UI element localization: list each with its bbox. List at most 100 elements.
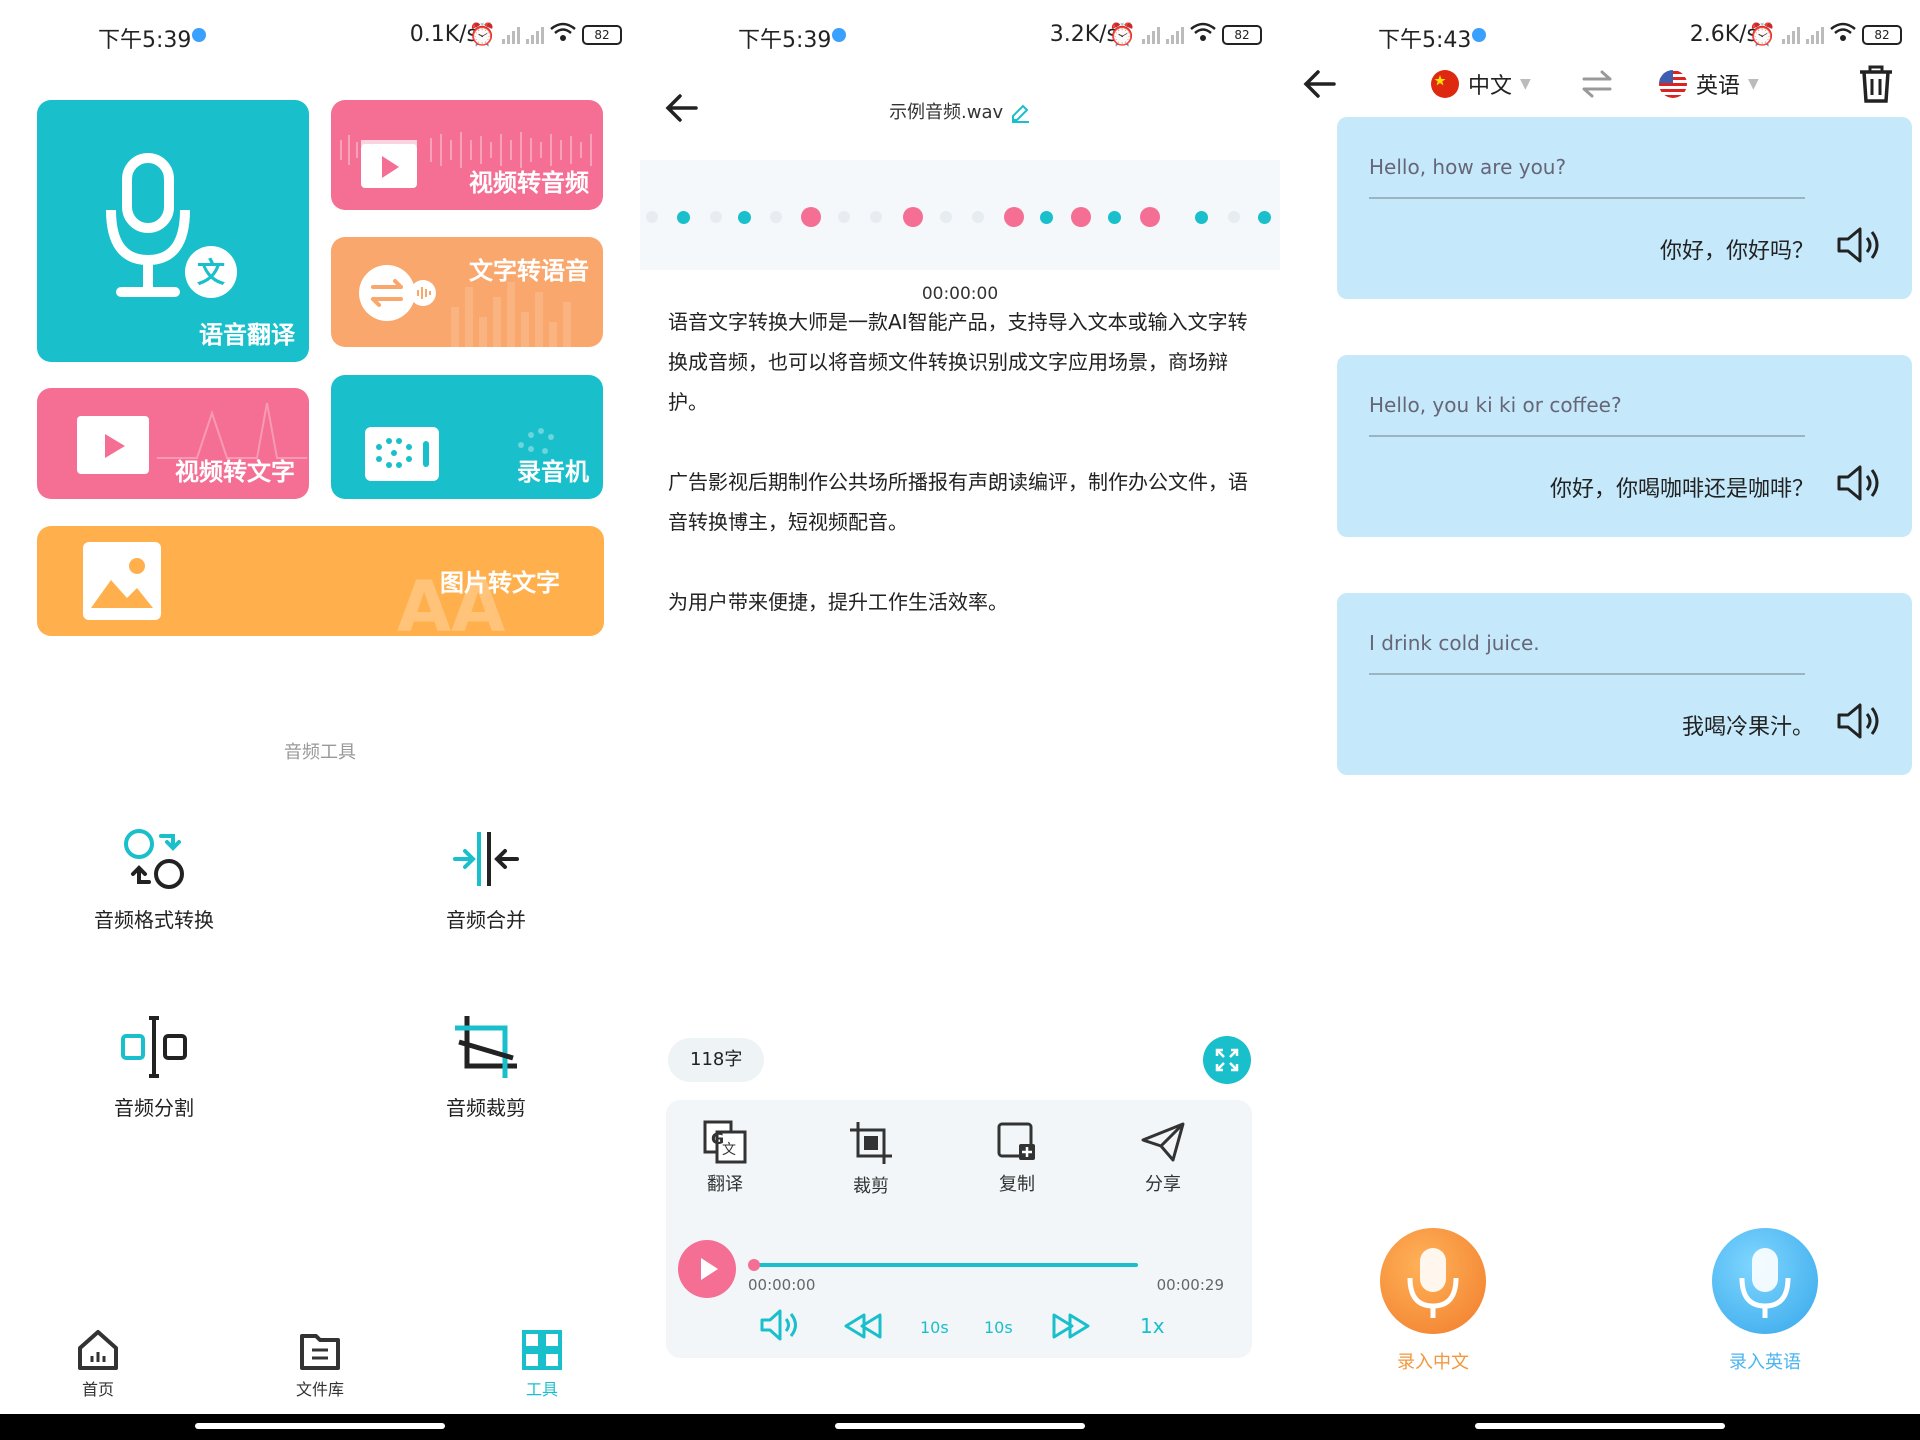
swap-lang-button[interactable] xyxy=(1582,70,1612,102)
nav-label: 首页 xyxy=(81,1380,114,1399)
translated-text: 你好，你好吗？ xyxy=(1659,239,1814,264)
source-lang-selector[interactable]: 中文 ▼ xyxy=(1430,68,1531,100)
file-name: 示例音频.wav xyxy=(889,102,1004,123)
volume-icon xyxy=(760,1309,797,1341)
paragraph: 广告影视后期制作公共场所播报有声朗读编评，制作办公文件，语音转换博主，短视频配音… xyxy=(668,470,1248,534)
playback-speed[interactable]: 1x xyxy=(1140,1314,1165,1338)
folder-icon xyxy=(300,1334,340,1370)
home-icon xyxy=(78,1330,118,1370)
back-arrow-icon xyxy=(1303,70,1336,98)
edit-pencil-icon[interactable] xyxy=(1009,102,1031,124)
nav-label: 工具 xyxy=(525,1380,558,1399)
nav-files[interactable]: 文件库 xyxy=(260,1328,380,1400)
action-panel: G 文 翻译 裁剪 复制 分享 00:00:00 00:00:29 10s 10… xyxy=(666,1100,1252,1358)
wifi-icon xyxy=(550,22,576,48)
waveform[interactable] xyxy=(640,160,1280,270)
fast-forward-button[interactable] xyxy=(1050,1312,1090,1344)
rewind-button[interactable] xyxy=(844,1312,884,1344)
source-text: Hello, you ki ki or coffee? xyxy=(1369,393,1805,437)
progress-thumb[interactable] xyxy=(748,1259,760,1271)
home-indicator xyxy=(1280,1414,1920,1440)
microphone-icon xyxy=(1739,1248,1791,1318)
record-english-label: 录入英语 xyxy=(1729,1352,1801,1373)
play-button[interactable] xyxy=(678,1240,736,1298)
skip-forward-label[interactable]: 10s xyxy=(984,1318,1013,1337)
source-text: I drink cold juice. xyxy=(1369,631,1805,675)
notification-dot-icon xyxy=(1472,28,1486,42)
signal-icon-2 xyxy=(1806,26,1824,44)
image-icon xyxy=(83,542,161,620)
translation-card[interactable]: Hello, you ki ki or coffee? 你好，你喝咖啡还是咖啡？ xyxy=(1337,355,1912,537)
progress-track[interactable] xyxy=(754,1263,1138,1267)
char-count-badge: 118字 xyxy=(668,1038,765,1082)
record-english-button[interactable] xyxy=(1712,1228,1818,1334)
bottom-nav: 首页 文件库 工具 xyxy=(0,1328,640,1408)
microphone-icon xyxy=(1407,1248,1459,1318)
tile-recorder[interactable]: 录音机 xyxy=(331,375,603,499)
transcript-screen: 下午5:39 3.2K/s ⏰ 82 示例音频.wav 00:00:00 语音文… xyxy=(640,0,1280,1440)
back-button[interactable] xyxy=(1302,68,1338,104)
merge-icon xyxy=(453,832,519,886)
crop-icon xyxy=(850,1122,892,1164)
nav-label: 文件库 xyxy=(295,1380,344,1399)
recorder-icon xyxy=(365,427,439,481)
tile-image-to-text[interactable]: AA 图片转文字 xyxy=(37,526,604,636)
signal-icon-2 xyxy=(1166,26,1184,44)
speaker-icon[interactable] xyxy=(1836,225,1884,265)
status-time: 下午5:43 xyxy=(1378,28,1472,53)
swap-icon xyxy=(1582,70,1612,98)
svg-text:文: 文 xyxy=(722,1142,736,1158)
video-play-icon xyxy=(77,416,149,474)
share-button[interactable]: 分享 xyxy=(1108,1120,1218,1196)
tile-label: 视频转音频 xyxy=(469,169,589,197)
target-lang: 英语 xyxy=(1696,74,1741,99)
signal-icon-2 xyxy=(526,26,544,44)
tile-video-to-audio[interactable]: 视频转音频 xyxy=(331,100,603,210)
translation-card[interactable]: I drink cold juice. 我喝冷果汁。 xyxy=(1337,593,1912,775)
microphone-translate-icon: 文 xyxy=(106,153,237,298)
signal-icon xyxy=(1142,26,1160,44)
status-icons: ⏰ 82 xyxy=(1749,22,1902,48)
nav-tools[interactable]: 工具 xyxy=(482,1328,602,1400)
nav-home[interactable]: 首页 xyxy=(38,1328,158,1400)
speaker-icon[interactable] xyxy=(1836,701,1884,741)
transcript-text[interactable]: 语音文字转换大师是一款AI智能产品，支持导入文本或输入文字转换成音频，也可以将音… xyxy=(668,302,1258,662)
tile-video-to-text[interactable]: 视频转文字 xyxy=(37,388,309,499)
copy-button[interactable]: 复制 xyxy=(962,1120,1072,1196)
skip-back-label[interactable]: 10s xyxy=(920,1318,949,1337)
alarm-icon: ⏰ xyxy=(468,22,496,48)
volume-button[interactable] xyxy=(760,1308,802,1346)
tool-split[interactable]: 音频分割 xyxy=(44,1012,264,1121)
fast-forward-icon xyxy=(1052,1313,1090,1339)
trash-icon xyxy=(1860,65,1892,103)
action-label: 分享 xyxy=(1145,1174,1181,1195)
speaker-icon[interactable] xyxy=(1836,463,1884,503)
translation-card[interactable]: Hello, how are you? 你好，你好吗？ xyxy=(1337,117,1912,299)
tile-label: 视频转文字 xyxy=(175,458,295,486)
notification-dot-icon xyxy=(192,28,206,42)
tool-format-convert[interactable]: 音频格式转换 xyxy=(44,824,264,933)
source-text: Hello, how are you? xyxy=(1369,155,1805,199)
tool-merge[interactable]: 音频合并 xyxy=(376,824,596,933)
tile-label: 图片转文字 xyxy=(440,569,560,597)
crop-button[interactable]: 裁剪 xyxy=(816,1120,926,1198)
rewind-icon xyxy=(844,1313,882,1339)
tool-label: 音频分割 xyxy=(114,1096,194,1120)
translated-text: 我喝冷果汁。 xyxy=(1681,715,1814,740)
expand-button[interactable] xyxy=(1203,1036,1251,1084)
text-speech-convert-icon xyxy=(359,265,436,321)
delete-button[interactable] xyxy=(1858,64,1894,108)
current-time: 00:00:00 xyxy=(748,1276,816,1294)
tool-trim[interactable]: 音频裁剪 xyxy=(376,1012,596,1121)
record-chinese-button[interactable] xyxy=(1380,1228,1486,1334)
status-bar: 下午5:39 0.1K/s ⏰ 82 xyxy=(0,18,640,54)
status-bar: 下午5:39 3.2K/s ⏰ 82 xyxy=(640,18,1280,54)
us-flag-icon xyxy=(1659,70,1687,98)
tools-grid-icon xyxy=(522,1330,562,1370)
translate-button[interactable]: G 文 翻译 xyxy=(670,1120,780,1196)
tile-text-to-speech[interactable]: 文字转语音 xyxy=(331,237,603,347)
translate-screen: 下午5:43 2.6K/s ⏰ 82 中文 ▼ 英语 ▼ Hello, how … xyxy=(1280,0,1920,1440)
target-lang-selector[interactable]: 英语 ▼ xyxy=(1658,68,1759,100)
paragraph: 为用户带来便捷，提升工作生活效率。 xyxy=(668,590,1008,614)
tile-speech-translate[interactable]: 文 语音翻译 xyxy=(37,100,309,362)
